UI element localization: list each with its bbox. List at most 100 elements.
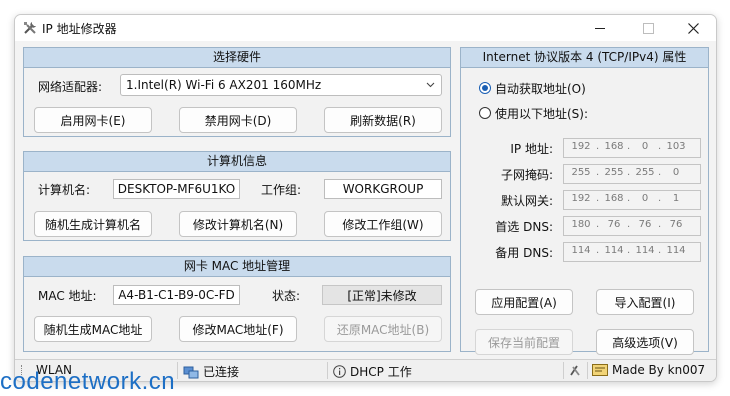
status-divider [177,362,178,379]
mac-state-value: [正常]未修改 [322,285,442,305]
ip-address-input[interactable]: 180 76 76 76... [563,216,701,236]
hardware-panel: 选择硬件 网络适配器: 1.Intel(R) Wi-Fi 6 AX201 160… [23,47,451,137]
adapter-label: 网络适配器: [38,80,103,94]
maximize-icon [642,22,654,34]
ip-separator: . [627,219,631,230]
app-window: IP 地址修改器 选择硬件 网络适配器: 1.Intel(R) Wi-Fi 6 … [14,14,717,382]
random-computer-name-button[interactable]: 随机生成计算机名 [34,211,152,237]
ip-separator: . [627,167,631,178]
ip-separator: . [658,167,662,178]
ip-separator: . [627,141,631,152]
modify-mac-button[interactable]: 修改MAC地址(F) [179,316,297,342]
ip-octet: 103 [666,141,686,152]
ip-octet: 76 [607,219,621,230]
ip-octet: 0 [641,193,649,204]
ip-octet: 114 [666,245,686,256]
status-divider [563,362,564,379]
ip-octet: 192 [571,193,591,204]
status-mode: DHCP 工作 [333,363,412,380]
workgroup-label: 工作组: [261,183,302,197]
ip-octet: 114 [571,245,591,256]
mac-panel: 网卡 MAC 地址管理 MAC 地址: A4-B1-C1-B9-0C-FD 状态… [23,256,451,352]
ip-octet: 255 [571,167,591,178]
ip-octet: 76 [669,219,683,230]
status-settings[interactable] [568,363,582,377]
ip-separator: . [596,245,600,256]
ip-separator: . [596,193,600,204]
ip-separator: . [596,141,600,152]
close-button[interactable] [670,15,716,41]
ip-octet: 0 [641,141,649,152]
computer-header: 计算机信息 [24,152,450,172]
ipv4-header: Internet 协议版本 4 (TCP/IPv4) 属性 [461,48,708,68]
ip-address-input[interactable]: 255 255 255 0... [563,164,701,184]
workgroup-field[interactable]: WORKGROUP [324,179,442,199]
hardware-header: 选择硬件 [24,48,450,68]
random-mac-button[interactable]: 随机生成MAC地址 [34,316,152,342]
manual-address-label[interactable]: 使用以下地址(S): [495,105,588,122]
mac-state-label: 状态: [272,289,301,303]
ip-field-label: 备用 DNS: [495,246,553,260]
auto-address-radio[interactable] [479,82,491,94]
modify-computer-name-button[interactable]: 修改计算机名(N) [179,211,297,237]
status-connection: 已连接 [183,363,239,380]
ip-address-input[interactable]: 192 168 0 103... [563,138,701,158]
status-connection-text: 已连接 [203,365,240,379]
mac-header: 网卡 MAC 地址管理 [24,257,450,277]
ip-octet: 76 [638,219,652,230]
tools-icon [24,22,36,34]
auto-address-label[interactable]: 自动获取地址(O) [495,80,586,97]
computer-name-field[interactable]: DESKTOP-MF6U1KO [113,179,240,199]
ip-octet: 0 [672,167,680,178]
ip-separator: . [658,219,662,230]
ip-address-input[interactable]: 192 168 0 1... [563,190,701,210]
ip-octet: 192 [571,141,591,152]
ip-separator: . [658,245,662,256]
import-config-button[interactable]: 导入配置(I) [596,289,694,315]
close-icon [687,22,699,34]
minimize-icon [595,27,605,29]
modify-workgroup-button[interactable]: 修改工作组(W) [324,211,442,237]
status-divider [587,362,588,379]
computer-panel: 计算机信息 计算机名: DESKTOP-MF6U1KO 工作组: WORKGRO… [23,151,451,241]
status-divider [327,362,328,379]
minimize-button[interactable] [577,15,623,41]
manual-address-radio[interactable] [479,107,491,119]
title-bar[interactable]: IP 地址修改器 [15,15,716,41]
ip-octet: 180 [571,219,591,230]
ip-field-label: 首选 DNS: [495,220,553,234]
advanced-options-button[interactable]: 高级选项(V) [596,329,694,355]
ip-octet: 255 [635,167,655,178]
ip-separator: . [658,193,662,204]
ip-octet: 1 [672,193,680,204]
ip-separator: . [658,141,662,152]
site-watermark: codenetwork.cn [0,368,176,395]
mac-address-field[interactable]: A4-B1-C1-B9-0C-FD [113,285,240,305]
adapter-value: 1.Intel(R) Wi-Fi 6 AX201 160MHz [126,78,322,92]
mac-address-label: MAC 地址: [38,289,97,303]
disable-adapter-button[interactable]: 禁用网卡(D) [179,107,297,133]
ip-separator: . [596,219,600,230]
ip-field-label: 子网掩码: [500,168,553,182]
maximize-button[interactable] [625,15,671,41]
window-title: IP 地址修改器 [42,22,117,36]
ip-address-input[interactable]: 114 114 114 114... [563,242,701,262]
tools-icon [570,365,580,376]
ip-octet: 168 [604,193,624,204]
ip-separator: . [627,245,631,256]
computer-name-label: 计算机名: [38,183,91,197]
status-mode-text: DHCP 工作 [350,365,412,379]
refresh-data-button[interactable]: 刷新数据(R) [324,107,442,133]
info-icon [333,365,346,378]
apply-config-button[interactable]: 应用配置(A) [475,289,573,315]
ip-octet: 168 [604,141,624,152]
save-config-button[interactable]: 保存当前配置 [475,329,573,355]
ip-octet: 255 [604,167,624,178]
enable-adapter-button[interactable]: 启用网卡(E) [34,107,152,133]
adapter-select[interactable]: 1.Intel(R) Wi-Fi 6 AX201 160MHz [120,74,442,96]
ip-separator: . [596,167,600,178]
restore-mac-button[interactable]: 还原MAC地址(B) [324,316,442,342]
ip-separator: . [627,193,631,204]
status-author: Made By kn007 [592,363,705,377]
ip-octet: 114 [635,245,655,256]
